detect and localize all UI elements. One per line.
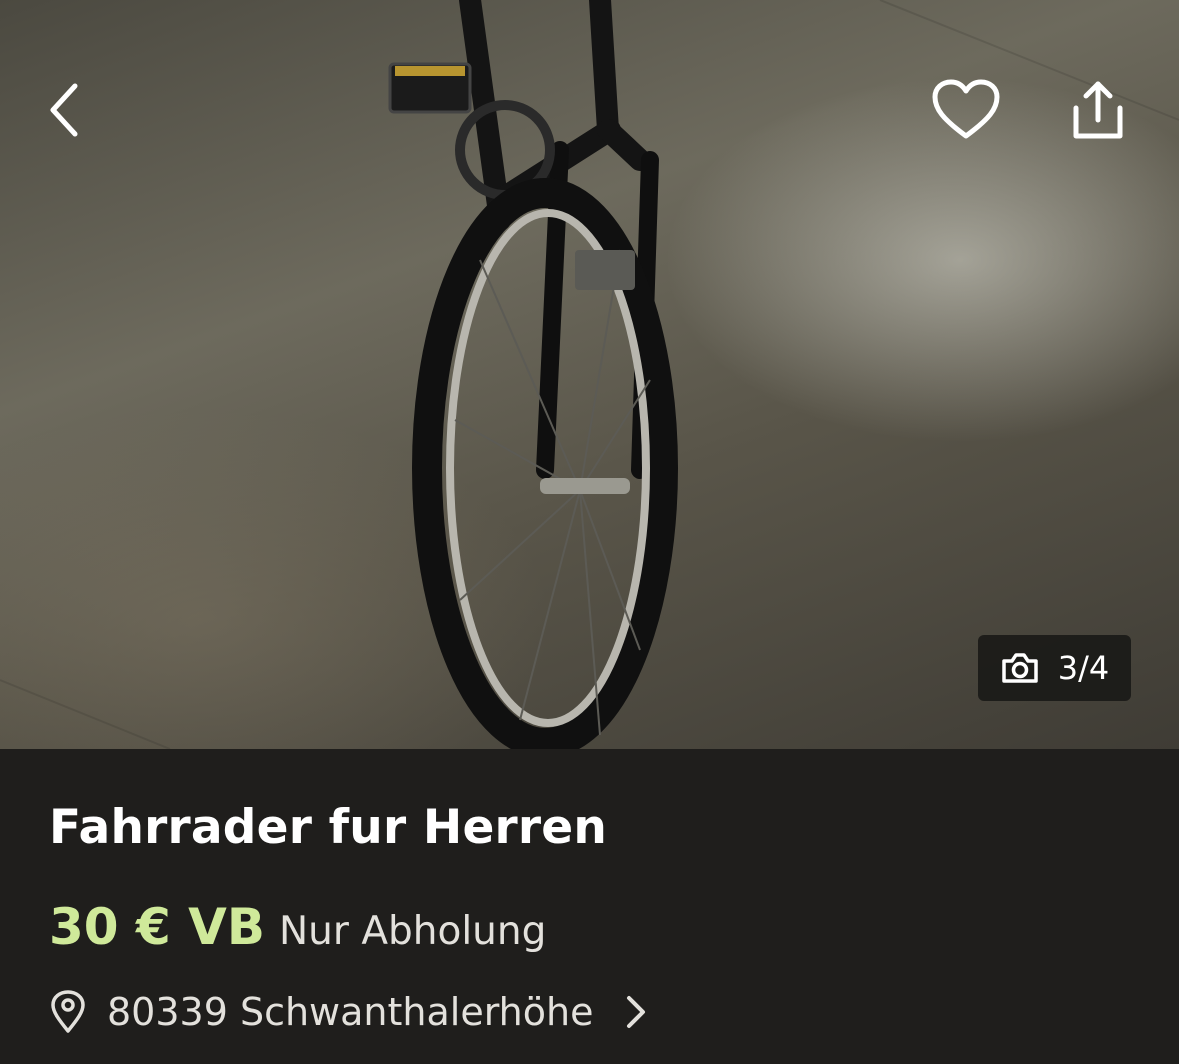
share-button[interactable] — [1058, 72, 1138, 148]
shipping-info: Nur Abholung — [279, 909, 547, 954]
image-counter-text: 3/4 — [1057, 649, 1110, 687]
chevron-right-icon — [627, 996, 646, 1028]
camera-icon — [1002, 653, 1038, 683]
image-counter[interactable]: 3/4 — [978, 635, 1131, 701]
back-button[interactable] — [30, 70, 100, 150]
price-row: 30 € VB Nur Abholung — [49, 898, 546, 956]
listing-title: Fahrrader fur Herren — [49, 800, 608, 855]
location-text: 80339 Schwanthalerhöhe — [107, 990, 594, 1034]
listing-photo[interactable]: 3/4 — [0, 0, 1179, 749]
listing-price: 30 € VB — [49, 898, 265, 956]
location-pin-icon — [51, 990, 85, 1033]
chevron-left-icon — [50, 83, 78, 137]
favorite-button[interactable] — [926, 72, 1006, 148]
location-link[interactable]: 80339 Schwanthalerhöhe — [49, 990, 651, 1034]
share-icon — [1073, 81, 1123, 139]
heart-icon — [932, 79, 1000, 139]
